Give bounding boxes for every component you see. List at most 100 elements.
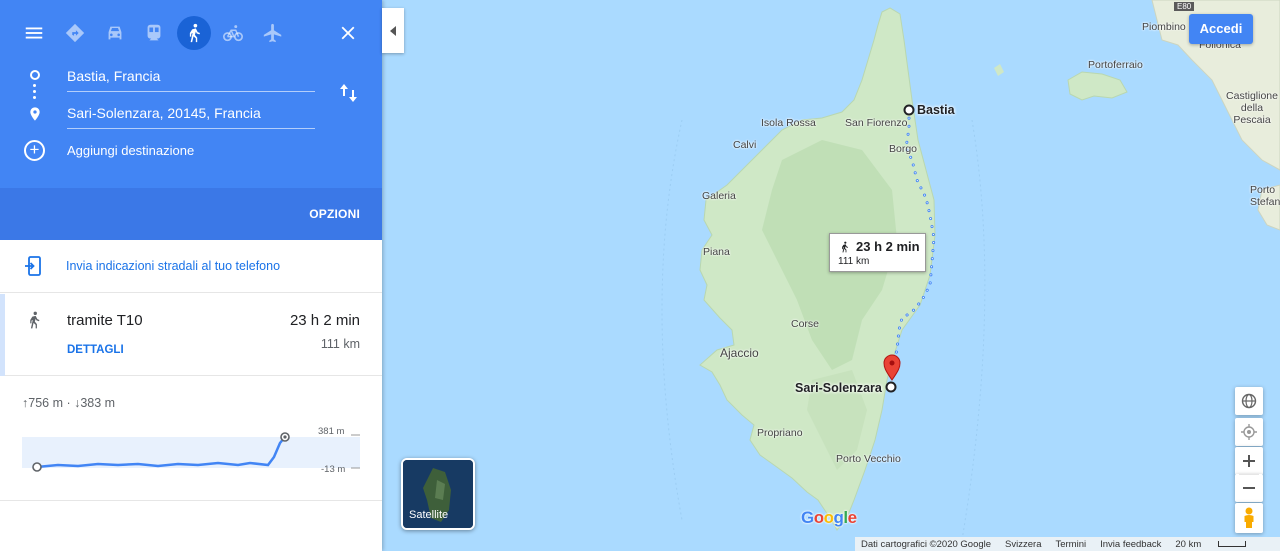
zoom-out-button[interactable] (1235, 474, 1263, 502)
small-island (994, 64, 1004, 76)
globe-icon (1241, 393, 1257, 409)
route-details-link[interactable]: DETTAGLI (67, 344, 124, 356)
add-destination-icon[interactable]: + (24, 140, 45, 161)
options-button[interactable]: OPZIONI (309, 207, 360, 221)
plus-icon (1243, 455, 1255, 467)
destination-input[interactable]: Sari-Solenzara, 20145, Francia (67, 101, 315, 129)
sign-in-button[interactable]: Accedi (1189, 14, 1253, 44)
my-location-icon (1241, 424, 1257, 440)
train-icon (147, 24, 161, 41)
walk-icon (189, 23, 200, 43)
globe-view-button[interactable] (1235, 387, 1263, 415)
route-option-card[interactable]: tramite T10 23 h 2 min DETTAGLI 111 km (0, 294, 382, 376)
map-place-label[interactable]: Calvi (733, 139, 756, 151)
map-place-label[interactable]: Propriano (757, 427, 803, 439)
menu-button[interactable] (17, 16, 51, 50)
map-graphic (661, 0, 1280, 541)
sea-contour-line (661, 119, 683, 521)
bubble-distance: 111 km (838, 256, 870, 267)
swap-endpoints-icon[interactable] (339, 82, 359, 104)
collapse-panel-button[interactable] (382, 8, 404, 53)
elba-island (1067, 71, 1128, 101)
bubble-duration: 23 h 2 min (856, 239, 920, 254)
mode-car-button[interactable] (98, 16, 132, 50)
country-link[interactable]: Svizzera (1005, 539, 1041, 550)
map-place-label[interactable]: San Fiorenzo (845, 117, 907, 129)
map-label-destination[interactable]: Sari-Solenzara (795, 381, 882, 395)
sea-contour-line (961, 119, 986, 541)
map-place-label[interactable]: Porto Vecchio (836, 453, 901, 465)
scale-text: 20 km (1175, 538, 1202, 550)
map-place-label[interactable]: Corse (791, 318, 819, 330)
bicycle-icon (223, 25, 243, 42)
origin-input[interactable]: Bastia, Francia (67, 64, 315, 92)
mode-best-button[interactable] (58, 16, 92, 50)
map-data-attribution: Dati cartografici ©2020 Google (861, 538, 992, 550)
directions-diamond-icon (65, 23, 85, 43)
send-to-phone-row[interactable]: Invia indicazioni stradali al tuo telefo… (0, 240, 382, 293)
scale-bar (1217, 540, 1246, 547)
hamburger-menu-icon (25, 27, 43, 39)
map-place-label[interactable]: Borgo (889, 143, 917, 155)
walk-icon (30, 311, 40, 329)
origin-dot-icon (30, 70, 40, 80)
route-via-text: tramite T10 (67, 312, 143, 329)
elevation-start-marker (32, 462, 42, 472)
map-label-origin[interactable]: Bastia (917, 103, 955, 117)
directions-header: Bastia, Francia Sari-Solenzara, 20145, F… (0, 0, 382, 240)
directions-panel: Bastia, Francia Sari-Solenzara, 20145, F… (0, 0, 382, 551)
map-place-label[interactable]: Porto Stefano (1250, 184, 1280, 208)
mode-bike-button[interactable] (216, 16, 250, 50)
zoom-separator (1239, 474, 1259, 475)
map-place-label[interactable]: Portoferraio (1088, 59, 1143, 71)
route-distance: 111 km (320, 337, 360, 351)
close-icon (341, 26, 355, 40)
airplane-icon (263, 23, 282, 43)
satellite-layer-toggle[interactable]: Satellite (401, 458, 475, 530)
zoom-in-button[interactable] (1235, 447, 1263, 475)
google-logo: Google (801, 508, 857, 527)
route-dots-icon (33, 84, 37, 102)
elevation-max-label: 381 m (318, 426, 344, 437)
mode-walk-button[interactable] (177, 16, 211, 50)
send-feedback-link[interactable]: Invia feedback (1100, 539, 1161, 550)
mode-flight-button[interactable] (256, 16, 290, 50)
map-attribution-bar: Dati cartografici ©2020 Google Svizzera … (855, 537, 1280, 551)
satellite-label: Satellite (409, 509, 449, 521)
route-duration: 23 h 2 min (289, 312, 360, 329)
elevation-summary: ↑756 m · ↓383 m (22, 396, 116, 410)
street-view-pegman-button[interactable] (1235, 503, 1263, 533)
destination-map-marker[interactable] (885, 381, 897, 393)
elevation-area-band (22, 437, 360, 468)
send-to-phone-icon (25, 256, 41, 276)
map-place-label[interactable]: Ajaccio (720, 346, 759, 360)
car-icon (108, 26, 122, 40)
map-place-label[interactable]: Castiglione della Pescaia (1224, 90, 1280, 126)
road-shield-e80: E80 (1174, 2, 1195, 11)
mode-transit-button[interactable] (137, 16, 171, 50)
pegman-icon (1244, 507, 1254, 528)
destination-pin-icon (30, 107, 40, 121)
terms-link[interactable]: Termini (1055, 539, 1086, 550)
elevation-end-marker-dot (283, 435, 287, 439)
elevation-section: ↑756 m · ↓383 m 381 m -13 m (0, 377, 382, 501)
selected-indicator (0, 294, 5, 376)
map-place-label[interactable]: Galeria (702, 190, 736, 202)
map-place-label[interactable]: Isola Rossa (761, 117, 816, 129)
add-destination-button[interactable]: Aggiungi destinazione (67, 143, 194, 158)
map-place-label[interactable]: Piana (703, 246, 730, 258)
close-directions-button[interactable] (331, 16, 365, 50)
walk-icon (842, 241, 849, 253)
elevation-min-label: -13 m (321, 464, 345, 475)
travel-mode-bar (0, 14, 382, 50)
map-canvas[interactable]: E80 (382, 0, 1280, 551)
send-to-phone-link[interactable]: Invia indicazioni stradali al tuo telefo… (66, 259, 280, 273)
minus-icon (1243, 487, 1255, 489)
scale-label[interactable]: 20 km (1175, 539, 1260, 550)
my-location-button[interactable] (1235, 418, 1263, 446)
map-place-label[interactable]: Piombino (1142, 21, 1186, 33)
route-info-bubble[interactable]: 23 h 2 min 111 km (829, 233, 926, 272)
caret-left-icon (390, 25, 396, 36)
elevation-profile-chart: 381 m -13 m (22, 426, 360, 475)
origin-map-marker[interactable] (903, 104, 915, 116)
